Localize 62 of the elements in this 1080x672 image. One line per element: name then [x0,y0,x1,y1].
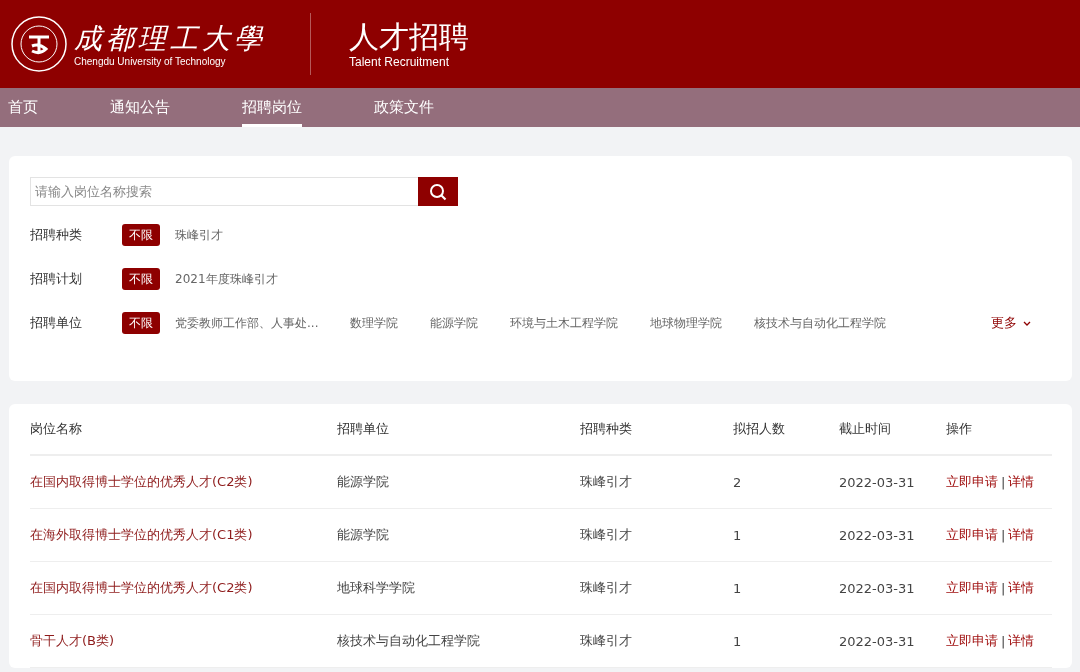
column-header: 招聘种类 [580,404,733,456]
filter-option[interactable]: 党委教师工作部、人事处... [168,312,326,334]
nav-tab[interactable]: 首页 [8,88,38,127]
search-field[interactable]: 请输入岗位名称搜索 [30,177,418,206]
separator: | [1001,474,1006,490]
table-cell: 地球科学学院 [337,562,580,615]
table-cell: 能源学院 [337,456,580,509]
filter-label: 招聘计划 [30,270,83,288]
details-link[interactable]: 详情 [1008,579,1035,597]
column-header: 招聘单位 [337,404,580,456]
filter-option[interactable]: 2021年度珠峰引才 [168,268,285,290]
apply-link[interactable]: 立即申请 [946,473,998,491]
table-cell: 珠峰引才 [580,615,733,668]
table-cell: 核技术与自动化工程学院 [337,615,580,668]
filter-option[interactable]: 能源学院 [423,312,486,334]
more-link[interactable]: 更多 [991,314,1031,332]
column-header: 操作 [946,404,1052,456]
table-cell: 2022-03-31 [839,562,946,615]
table-cell: 2022-03-31 [839,456,946,509]
filter-option[interactable]: 核技术与自动化工程学院 [747,312,894,334]
filter-option[interactable]: 珠峰引才 [168,224,230,246]
university-name-english: Chengdu University of Technology [74,55,226,67]
table-cell: 珠峰引才 [580,562,733,615]
table-cell: 2 [733,456,839,509]
table-cell: 1 [733,562,839,615]
separator: | [1001,633,1006,649]
nav-tab[interactable]: 政策文件 [374,88,434,127]
page-title: 人才招聘 [349,19,469,55]
column-header: 岗位名称 [30,404,337,456]
job-title-link[interactable]: 在海外取得博士学位的优秀人才(C1类) [30,509,337,562]
filter-option[interactable]: 不限 [122,312,160,334]
nav-tab[interactable]: 通知公告 [110,88,170,127]
table-cell: 1 [733,509,839,562]
table-cell: 能源学院 [337,509,580,562]
details-link[interactable]: 详情 [1008,473,1035,491]
filter-option[interactable]: 环境与土木工程学院 [503,312,626,334]
filter-label: 招聘单位 [30,314,83,332]
page-subtitle: Talent Recruitment [349,55,450,69]
separator: | [1001,580,1006,596]
filter-option[interactable]: 数理学院 [343,312,406,334]
job-title-link[interactable]: 在国内取得博士学位的优秀人才(C2类) [30,562,337,615]
filter-option[interactable]: 不限 [122,268,160,290]
column-header: 截止时间 [839,404,946,456]
university-name: 成都理工大學 [74,21,266,56]
table-cell: 1 [733,615,839,668]
filter-label: 招聘种类 [30,226,83,244]
apply-link[interactable]: 立即申请 [946,632,998,650]
job-title-link[interactable]: 在国内取得博士学位的优秀人才(C2类) [30,456,337,509]
job-title-link[interactable]: 骨干人才(B类) [30,615,337,668]
table-cell: 2022-03-31 [839,509,946,562]
details-link[interactable]: 详情 [1008,632,1035,650]
table-cell: 2022-03-31 [839,615,946,668]
table-cell: 珠峰引才 [580,509,733,562]
column-header: 拟招人数 [733,404,839,456]
apply-link[interactable]: 立即申请 [946,526,998,544]
details-link[interactable]: 详情 [1008,526,1035,544]
nav-tab[interactable]: 招聘岗位 [242,88,302,127]
apply-link[interactable]: 立即申请 [946,579,998,597]
filter-option[interactable]: 不限 [122,224,160,246]
table-cell: 珠峰引才 [580,456,733,509]
separator: | [1001,527,1006,543]
filter-option[interactable]: 地球物理学院 [643,312,730,334]
